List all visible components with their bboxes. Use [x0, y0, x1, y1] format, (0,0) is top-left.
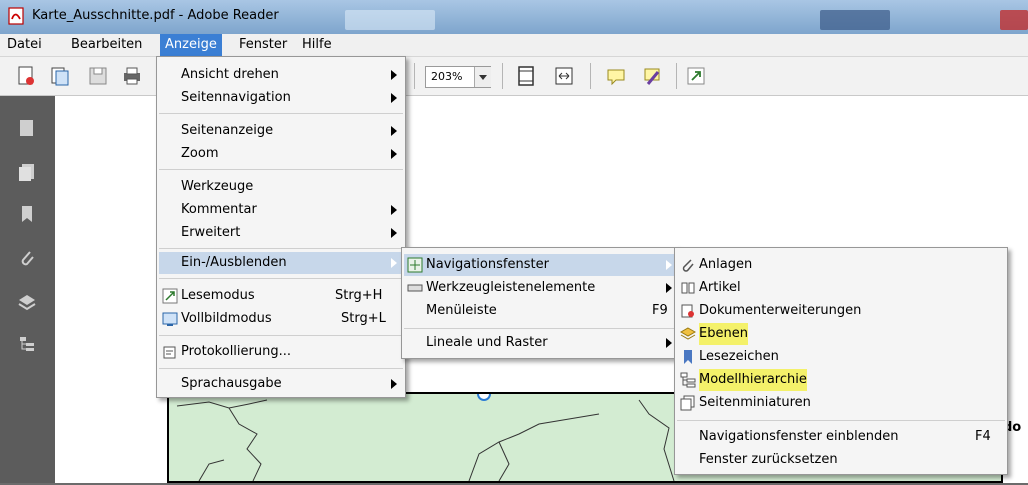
model-tree-icon [680, 372, 696, 388]
menu-item-seitenminiaturen[interactable]: Seitenminiaturen [677, 392, 1005, 414]
menu-separator [159, 248, 403, 249]
submenu-arrow-icon [391, 70, 397, 80]
menu-item-sprachausgabe[interactable]: Sprachausgabe [159, 373, 403, 395]
model-tree-icon[interactable] [17, 334, 37, 354]
menu-bearbeiten[interactable]: Bearbeiten [66, 34, 147, 56]
menu-item-fenster-zuruecksetzen[interactable]: Fenster zurücksetzen [677, 449, 1005, 471]
menu-separator [159, 169, 403, 170]
fullscreen-icon[interactable] [684, 64, 708, 88]
menu-separator [159, 335, 403, 336]
window-title: Karte_Ausschnitte.pdf - Adobe Reader [32, 8, 279, 23]
menu-item-artikel[interactable]: Artikel [677, 277, 1005, 299]
menu-item-ein-ausblenden[interactable]: Ein-/Ausblenden [159, 252, 403, 274]
menu-hilfe[interactable]: Hilfe [297, 34, 337, 56]
layers-icon[interactable] [17, 292, 37, 312]
taskbar-thumb [820, 10, 890, 30]
menu-item-protokollierung[interactable]: Protokollierung... [159, 341, 403, 363]
menu-separator [159, 113, 403, 114]
submenu-arrow-icon [391, 205, 397, 215]
menu-item-zoom[interactable]: Zoom [159, 143, 403, 165]
navigation-pane-icon [407, 257, 423, 273]
zoom-dropdown[interactable] [474, 67, 491, 87]
print-icon[interactable] [120, 64, 144, 88]
toolbar-separator [502, 63, 503, 89]
layers-icon [680, 327, 696, 340]
menu-item-menueleiste[interactable]: Menüleiste F9 [404, 300, 676, 322]
fit-width-icon[interactable] [552, 64, 576, 88]
submenu-arrow-icon [391, 149, 397, 159]
menu-separator [159, 278, 403, 279]
toolbar-separator [414, 63, 415, 89]
paperclip-icon [682, 259, 694, 272]
menu-item-vollbildmodus[interactable]: Vollbildmodus Strg+L [159, 308, 403, 330]
bookmark-icon[interactable] [17, 204, 37, 224]
menu-item-navigationsfenster[interactable]: Navigationsfenster [404, 254, 676, 276]
navigation-rail [0, 96, 55, 483]
fullscreen-icon [162, 312, 178, 326]
menu-item-erweitert[interactable]: Erweitert [159, 222, 403, 244]
menu-item-navigationsfenster-einblenden[interactable]: Navigationsfenster einblenden F4 [677, 426, 1005, 448]
navigationsfenster-submenu: Anlagen Artikel Dokumenterweiterungen Eb… [674, 247, 1008, 475]
menu-item-ebenen[interactable]: Ebenen [677, 323, 1005, 345]
ein-ausblenden-submenu: Navigationsfenster Werkzeugleistenelemen… [401, 247, 679, 359]
submenu-arrow-icon [391, 258, 397, 268]
menu-item-lineale-raster[interactable]: Lineale und Raster [404, 332, 676, 354]
menu-item-anlagen[interactable]: Anlagen [677, 254, 1005, 276]
submenu-arrow-icon [391, 379, 397, 389]
submenu-arrow-icon [391, 93, 397, 103]
highlight-icon[interactable] [640, 64, 664, 88]
menu-datei[interactable]: Datei [2, 34, 47, 56]
menu-item-werkzeugleistenelemente[interactable]: Werkzeugleistenelemente [404, 277, 676, 299]
logging-icon [163, 346, 176, 359]
menu-separator [159, 368, 403, 369]
submenu-arrow-icon [391, 228, 397, 238]
menu-bar: Datei Bearbeiten Anzeige Fenster Hilfe [0, 34, 1028, 57]
title-bar: Karte_Ausschnitte.pdf - Adobe Reader [0, 0, 1028, 34]
taskbar-thumb [345, 10, 435, 30]
menu-separator [404, 328, 676, 329]
menu-item-kommentar[interactable]: Kommentar [159, 199, 403, 221]
menu-item-werkzeuge[interactable]: Werkzeuge [159, 176, 403, 198]
article-icon [681, 282, 695, 294]
submenu-arrow-icon [391, 126, 397, 136]
submenu-arrow-icon [666, 260, 672, 270]
adobe-reader-icon [8, 7, 24, 25]
create-pdf-icon[interactable] [14, 64, 38, 88]
anzeige-menu: Ansicht drehen Seitennavigation Seitenan… [156, 56, 406, 398]
submenu-arrow-icon [666, 338, 672, 348]
fit-page-icon[interactable] [514, 64, 538, 88]
menu-anzeige[interactable]: Anzeige [160, 34, 222, 56]
toolbar-separator [590, 63, 591, 89]
toolbar-separator [676, 63, 677, 89]
menu-item-seitenanzeige[interactable]: Seitenanzeige [159, 120, 403, 142]
menu-item-modellhierarchie[interactable]: Modellhierarchie [677, 369, 1005, 391]
menu-item-lesemodus[interactable]: Lesemodus Strg+H [159, 285, 403, 307]
menu-item-lesezeichen[interactable]: Lesezeichen [677, 346, 1005, 368]
chevron-down-icon [479, 75, 487, 80]
page-thumbnails-icon [680, 395, 695, 411]
combine-files-icon[interactable] [48, 64, 72, 88]
attachment-icon[interactable] [17, 248, 37, 268]
menu-separator [677, 420, 1005, 421]
menu-item-seitennavigation[interactable]: Seitennavigation [159, 87, 403, 109]
submenu-arrow-icon [666, 283, 672, 293]
save-icon[interactable] [86, 64, 110, 88]
document-extensions-icon [681, 304, 694, 318]
bookmark-icon [684, 350, 692, 364]
menu-item-ansicht-drehen[interactable]: Ansicht drehen [159, 64, 403, 86]
page-thumbnails-icon[interactable] [17, 118, 37, 138]
read-mode-icon [162, 288, 178, 304]
pages-icon[interactable] [17, 162, 37, 182]
comment-icon[interactable] [604, 64, 628, 88]
menu-item-dokumenterweiterungen[interactable]: Dokumenterweiterungen [677, 300, 1005, 322]
toolbar-items-icon [407, 284, 423, 292]
taskbar-thumb [1000, 10, 1028, 30]
menu-fenster[interactable]: Fenster [234, 34, 292, 56]
